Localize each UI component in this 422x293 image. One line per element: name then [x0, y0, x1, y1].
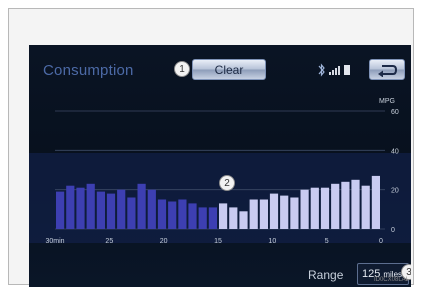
chart-bar — [331, 183, 340, 229]
y-tick-label: 60 — [391, 109, 399, 116]
chart-bar — [341, 181, 350, 229]
chart-bar — [239, 211, 248, 229]
chart-bar — [168, 201, 177, 229]
chart-bar — [300, 189, 309, 229]
chart-bar — [127, 197, 136, 229]
chart-bar — [310, 187, 319, 229]
callout-2: 2 — [219, 175, 235, 191]
chart-bar — [269, 193, 279, 229]
y-tick-label: 40 — [391, 148, 399, 155]
x-tick-label: 10 — [268, 238, 276, 245]
chart-bar — [117, 189, 126, 229]
chart-bar — [157, 199, 167, 229]
chart-bar — [106, 193, 116, 229]
image-code: ID0CX08LAL — [373, 277, 409, 283]
chart-bar — [229, 207, 238, 229]
chart-bar — [259, 199, 268, 229]
consumption-chart: 60 40 20 0 30min 25 20 15 10 5 0 MPG — [29, 98, 411, 245]
chart-bar — [96, 191, 105, 229]
figure-frame: Consumption 1 Clear 60 40 20 0 30min 25 … — [8, 8, 414, 287]
chart-bar — [147, 189, 156, 229]
chart-bar — [76, 187, 85, 229]
chart-bar — [86, 183, 95, 229]
chart-bar — [371, 175, 380, 229]
chart-bar — [188, 203, 197, 229]
chart-bar — [66, 185, 75, 229]
chart-bar — [219, 203, 228, 229]
chart-bar — [320, 187, 330, 229]
y-tick-label: 20 — [391, 188, 399, 195]
chart-bar — [361, 185, 370, 229]
consumption-screen: Consumption 1 Clear 60 40 20 0 30min 25 … — [29, 45, 411, 287]
x-tick-label: 5 — [325, 238, 329, 245]
chart-bar — [249, 199, 258, 229]
y-tick-label: 0 — [391, 227, 395, 234]
y-axis-unit-label: MPG — [379, 98, 395, 105]
x-tick-label: 15 — [214, 238, 222, 245]
chart-bar — [198, 207, 207, 229]
chart-bar — [56, 191, 65, 229]
chart-bar — [351, 179, 360, 229]
range-label: Range — [308, 268, 344, 282]
chart-bar — [208, 207, 217, 229]
chart-bar — [137, 183, 146, 229]
x-tick-label: 20 — [160, 238, 168, 245]
chart-bar — [290, 197, 299, 229]
x-tick-label: 0 — [379, 238, 383, 245]
x-tick-label: 30min — [45, 238, 64, 245]
x-tick-label: 25 — [105, 238, 113, 245]
chart-bar — [280, 195, 289, 229]
chart-bar — [178, 199, 187, 229]
